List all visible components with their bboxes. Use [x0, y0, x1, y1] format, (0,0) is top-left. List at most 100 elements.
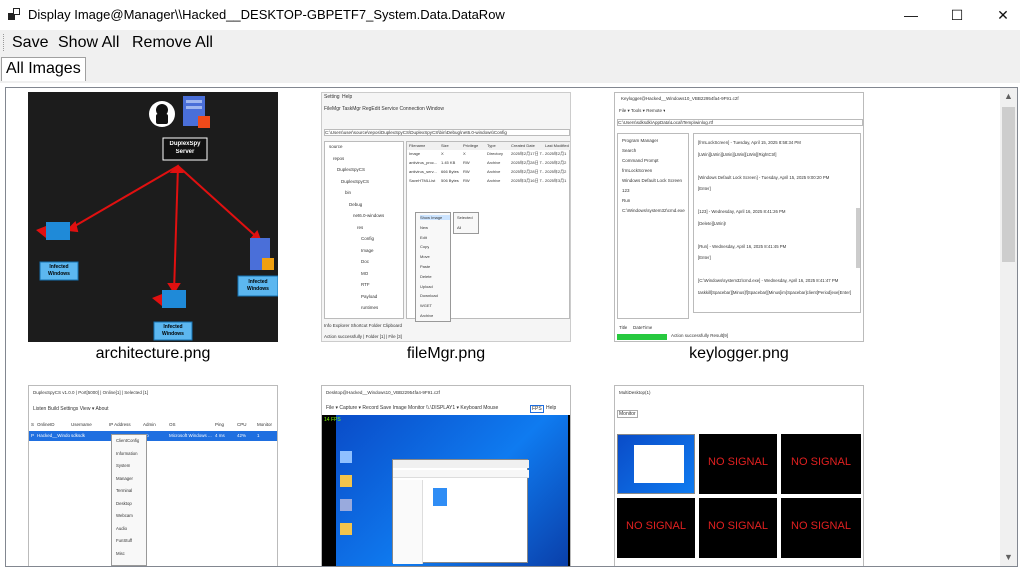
- tree-item: DuplexSpyCS: [341, 178, 370, 184]
- menu-show-all[interactable]: Show All: [58, 34, 119, 52]
- minimize-button[interactable]: —: [888, 0, 934, 30]
- tree-item: RTF: [361, 282, 370, 287]
- clientlist-context-item: Misc: [116, 550, 125, 556]
- thumbnail-architecture[interactable]: DuplexSpy Server Infected Windows Infect…: [28, 92, 278, 342]
- victim-right-label-2: Windows: [247, 286, 269, 292]
- file-cell: 2025年2月1: [545, 151, 567, 156]
- file-cell: 1.45 KB: [441, 160, 456, 165]
- keylogger-log-line: [Enter]: [698, 255, 711, 260]
- file-cell: 506 Bytes: [441, 178, 459, 183]
- menu-save[interactable]: Save: [12, 34, 48, 52]
- image-panel[interactable]: DuplexSpy Server Infected Windows Infect…: [5, 87, 1018, 567]
- filemgr-tree: source repos DuplexSpyCS DuplexSpyCS bin Debu…: [324, 141, 404, 319]
- file-col-header: Type: [487, 143, 496, 148]
- clientlist-cell: Hacked__Windo...: [37, 433, 70, 438]
- keylogger-log-line: [C:\Windows\system32\cmd.exe] - Wednesda…: [698, 278, 839, 283]
- desktop-fps-button[interactable]: FPS: [530, 405, 544, 413]
- clientlist-col-header: CPU: [237, 422, 247, 427]
- file-cell: Archive: [487, 169, 501, 174]
- file-col-header: Filename: [409, 143, 426, 148]
- scroll-down-button[interactable]: ▼: [1000, 549, 1017, 566]
- window-title: Display Image@Manager\\Hacked__DESKTOP-G…: [28, 7, 505, 22]
- clientlist-col-header: IP Address: [109, 422, 131, 427]
- keylogger-status: Action successfully Result[9]: [671, 333, 729, 338]
- keylogger-list-item: Search: [622, 148, 637, 153]
- keylogger-path: C:\Users\sdksdk\AppData\Local\Temp\winlo…: [617, 119, 863, 126]
- filemgr-submenu: Selected All: [453, 212, 479, 234]
- server-label-1: DuplexSpy: [169, 141, 201, 147]
- keylogger-log-line: [Windows Default Lock Screen] - Tuesday,…: [698, 174, 830, 180]
- file-cell: antivirus_serv...: [409, 169, 437, 174]
- clientlist-context-menu: ClientConfig Information System Manager Term…: [111, 434, 147, 566]
- multidesktop-monitor-tab[interactable]: Monitor: [617, 410, 638, 418]
- file-cell: Archive: [487, 160, 501, 165]
- monitor-tile-5[interactable]: NO SIGNAL: [699, 498, 777, 558]
- tree-item: net6.0-windows: [353, 213, 385, 218]
- monitor-tile-4[interactable]: NO SIGNAL: [617, 498, 695, 558]
- clientlist-context-item: Information: [116, 450, 138, 456]
- thumbnail-keylogger[interactable]: Keylogger@Hacked__Windows10_VBB22954fa4-…: [614, 92, 864, 342]
- thumbnail-filemgr[interactable]: Setting Help FileMgr TaskMgr RegEdit Ser…: [321, 92, 571, 342]
- keylogger-list-item: C:\Windows\system32\cmd.exe: [622, 208, 685, 213]
- menu-bar: Save Show All Remove All: [0, 30, 1020, 55]
- victim-left-label-2: Windows: [48, 271, 70, 277]
- tab-strip: All Images: [0, 55, 1020, 83]
- clientlist-cell: sdksdk: [71, 433, 86, 438]
- architecture-diagram: [36, 96, 278, 341]
- clientlist-col-header: Admin: [143, 422, 156, 427]
- no-signal-2: NO SIGNAL: [708, 456, 768, 468]
- monitor-tile-2[interactable]: NO SIGNAL: [699, 434, 777, 494]
- tree-item: source: [329, 144, 343, 149]
- close-button[interactable]: ✕: [980, 0, 1020, 30]
- monitor-tile-1[interactable]: [617, 434, 695, 494]
- thumbnail-desktop[interactable]: Desktop@Hacked__Windows10_VBB22954fa4-9F…: [321, 385, 571, 566]
- desktop-viewport[interactable]: 14 FPS: [322, 415, 570, 566]
- clientlist-context-item: Desktop: [116, 500, 132, 506]
- keylogger-col-title: Title: [619, 325, 628, 330]
- file-cell: SaveHTMLList: [409, 178, 436, 183]
- filemgr-bottom-tabs: Info Explorer Shortcut Folder Clipboard: [324, 323, 403, 328]
- thumbnail-multidesktop[interactable]: MultiDesktop(1) Monitor NO SIGNAL NO SIG…: [614, 385, 864, 566]
- app-window: Display Image@Manager\\Hacked__DESKTOP-G…: [0, 0, 1020, 571]
- maximize-button[interactable]: ☐: [934, 0, 980, 30]
- context-menu-item: Delete: [420, 273, 432, 279]
- tree-item: Payload: [361, 293, 378, 299]
- menu-remove-all[interactable]: Remove All: [132, 34, 213, 52]
- no-signal-4: NO SIGNAL: [626, 520, 686, 532]
- desktop-menubar: File ▾ Capture ▾ Record Save Image Monit…: [326, 405, 499, 411]
- clientlist-title: DuplexSpyCS v1.0.0 | Port[5000] | Online…: [33, 390, 149, 395]
- context-menu-item: Edit: [420, 234, 427, 240]
- no-signal-3: NO SIGNAL: [791, 456, 851, 468]
- thumbnail-client-list[interactable]: DuplexSpyCS v1.0.0 | Port[5000] | Online…: [28, 385, 278, 566]
- file-cell: 666 Bytes: [441, 169, 459, 174]
- keylogger-list-item: Program Manager: [622, 138, 659, 143]
- desktop-explorer-window: [392, 459, 529, 564]
- victim-left-label-1: Infected: [49, 264, 69, 270]
- keylogger-log-scroll[interactable]: [856, 208, 860, 268]
- filemgr-menu-setting: Setting: [324, 94, 340, 100]
- tree-item: repos: [333, 155, 345, 161]
- keylogger-progress: [617, 334, 667, 340]
- clientlist-col-header: OS: [169, 422, 176, 427]
- tree-item: MO: [361, 270, 369, 276]
- file-cell: 2025年2月28日 T...: [511, 160, 544, 165]
- clientlist-context-item: Terminal: [116, 488, 133, 493]
- monitor-tile-3[interactable]: NO SIGNAL: [781, 434, 861, 494]
- context-menu-item: Copy: [420, 244, 430, 250]
- victim-bottom-label-1: Infected: [163, 324, 183, 330]
- tab-all-images[interactable]: All Images: [1, 57, 86, 81]
- filemgr-tabs: FileMgr TaskMgr RegEdit Service Connecti…: [324, 106, 444, 112]
- desktop-title: Desktop@Hacked__Windows10_VBB22954fa4-9F…: [326, 390, 440, 395]
- tree-item: runtimes: [361, 305, 379, 310]
- tree-item: bin: [345, 190, 352, 195]
- scroll-up-button[interactable]: ▲: [1000, 88, 1017, 105]
- keylogger-menubar: File ▾ Tools ▾ Remote ▾: [619, 108, 666, 113]
- clientlist-selected-row[interactable]: PHacked__Windo...sdksdkNoMicrosoft Windo…: [29, 431, 277, 441]
- scroll-thumb[interactable]: [1002, 107, 1015, 262]
- vertical-scrollbar[interactable]: ▲ ▼: [1000, 88, 1017, 566]
- monitor-tile-6[interactable]: NO SIGNAL: [781, 498, 861, 558]
- file-cell: Archive: [487, 178, 501, 183]
- clientlist-context-item: Webcam: [116, 513, 133, 518]
- context-menu-item: Paste: [420, 264, 431, 269]
- file-cell: 2025年3月1: [545, 178, 567, 183]
